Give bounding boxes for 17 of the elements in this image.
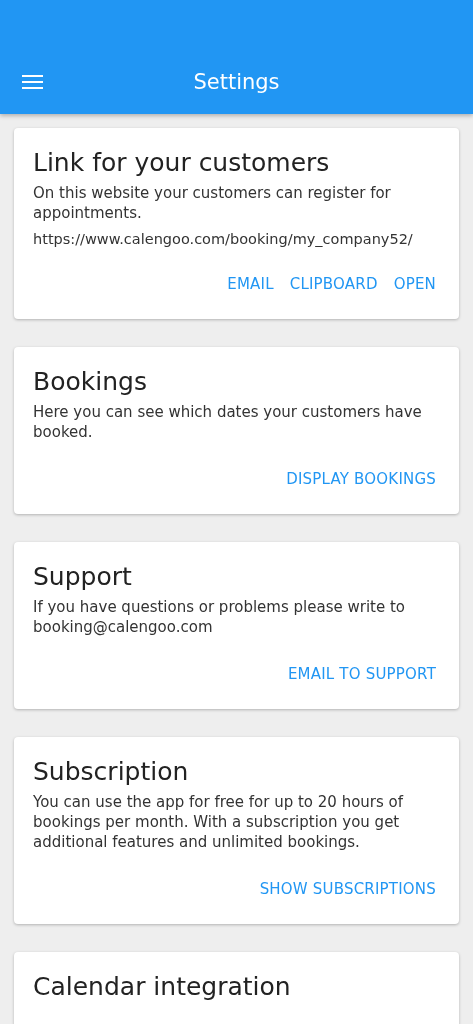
card-action-button[interactable]: DISPLAY BOOKINGS	[282, 464, 440, 494]
card-title: Subscription	[33, 757, 190, 786]
card-action-button[interactable]: OPEN	[389, 269, 440, 299]
card-description: On this website your customers can register for appointments.	[33, 183, 392, 223]
card-title: Support	[33, 562, 133, 591]
card-action-button[interactable]: CLIPBOARD	[285, 269, 382, 299]
card-action-button[interactable]: EMAIL	[223, 269, 278, 299]
menu-icon[interactable]	[22, 74, 43, 90]
card-action-button[interactable]: SHOW SUBSCRIPTIONS	[255, 874, 440, 904]
card-action-button[interactable]: EMAIL TO SUPPORT	[283, 659, 440, 689]
card-description: Here you can see which dates your customers have booked.	[33, 402, 423, 442]
card-description: You can use the app for free for up to 20 hours of bookings per month. With a subscription you get additional features and unlimited bookings.	[33, 792, 405, 852]
card-title: Calendar integration	[33, 972, 292, 1001]
card-title: Link for your customers	[33, 148, 331, 177]
card-title: Bookings	[33, 367, 148, 396]
card-description: If you have questions or problems please write to booking@calengoo.com	[33, 597, 406, 637]
screen-title: Settings	[193, 70, 280, 94]
